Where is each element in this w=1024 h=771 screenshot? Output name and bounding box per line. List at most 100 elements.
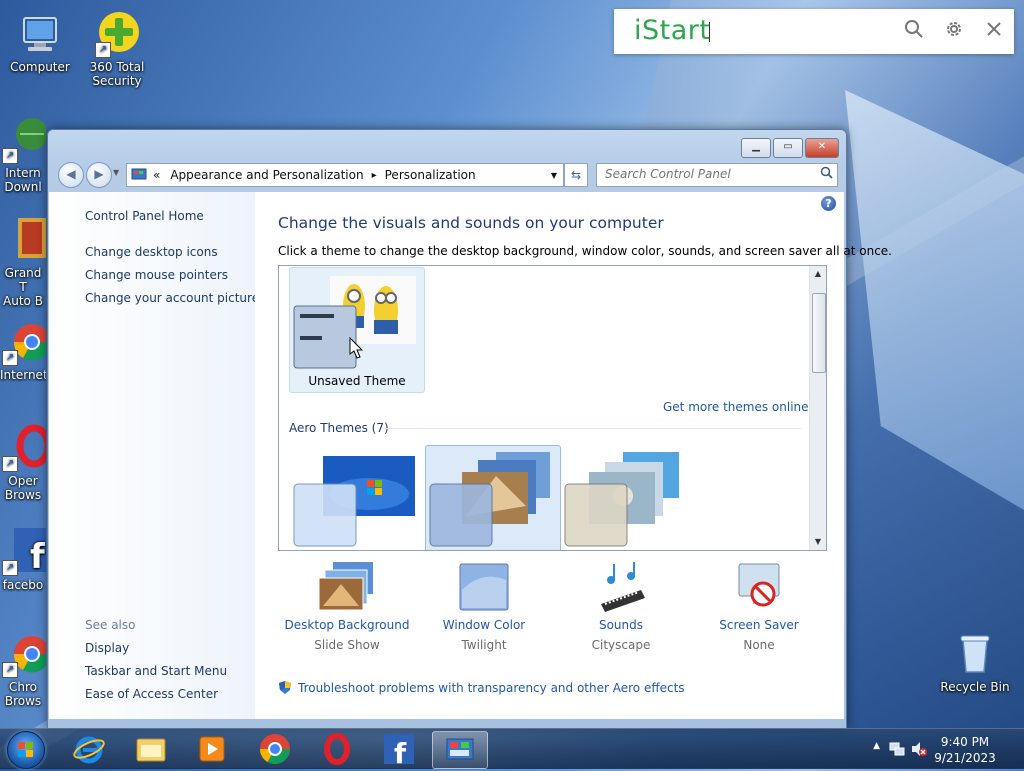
aero-theme-architecture[interactable] <box>425 445 561 550</box>
shortcut-arrow-icon: ↗ <box>2 662 18 678</box>
scroll-down-arrow[interactable]: ▼ <box>810 534 826 550</box>
troubleshoot-label[interactable]: Troubleshoot problems with transparency … <box>298 681 685 695</box>
screen-saver-option[interactable]: Screen Saver None <box>694 560 824 652</box>
desktop-icon-recycle-bin[interactable]: Recycle Bin <box>938 630 1012 694</box>
forward-button[interactable]: ▶ <box>86 162 112 188</box>
address-dropdown-icon[interactable]: ▼ <box>551 171 557 180</box>
desktop-icon-opera[interactable]: ↗ Oper Brows <box>0 424 46 502</box>
network-icon[interactable] <box>888 740 906 761</box>
desktop-icon-label: Recycle Bin <box>940 680 1010 694</box>
breadcrumb-appearance[interactable]: Appearance and Personalization <box>170 168 363 182</box>
change-account-picture-link[interactable]: Change your account picture <box>85 291 259 305</box>
scroll-up-arrow[interactable]: ▲ <box>810 266 826 282</box>
taskbar-facebook[interactable]: f <box>372 731 426 770</box>
refresh-button[interactable]: ⇆ <box>564 163 588 187</box>
volume-muted-icon[interactable] <box>910 740 928 761</box>
window-color-option[interactable]: Window Color Twilight <box>419 560 549 652</box>
taskbar-control-panel[interactable] <box>432 731 488 769</box>
aero-theme-windows7[interactable] <box>289 446 423 550</box>
troubleshoot-link[interactable]: Troubleshoot problems with transparency … <box>278 680 685 695</box>
close-icon[interactable] <box>982 19 1006 43</box>
ease-of-access-link[interactable]: Ease of Access Center <box>85 687 218 701</box>
start-button[interactable] <box>7 731 45 769</box>
aero-themes-heading: Aero Themes (7) <box>289 421 389 435</box>
theme-list[interactable]: Unsaved Theme Get more themes online Aer… <box>278 265 827 551</box>
shortcut-arrow-icon: ↗ <box>2 456 18 472</box>
get-more-themes-link[interactable]: Get more themes online <box>663 400 809 414</box>
desktop-icon-internet-download[interactable]: ↗ Intern Downl <box>0 116 46 194</box>
change-mouse-pointers-link[interactable]: Change mouse pointers <box>85 268 228 282</box>
maximize-button[interactable]: ▭ <box>773 138 803 158</box>
see-also-heading: See also <box>85 618 136 632</box>
taskbar-chrome[interactable] <box>248 731 302 767</box>
shortcut-arrow-icon: ↗ <box>2 148 18 164</box>
sounds-icon <box>589 560 653 614</box>
scroll-thumb[interactable] <box>812 293 826 373</box>
media-player-icon <box>199 736 225 762</box>
personalization-window: ▁ ▭ ✕ ◀ ▶ ▼ « Appearance and Personaliza… <box>47 129 892 729</box>
unsaved-theme-label: Unsaved Theme <box>308 374 406 388</box>
clock[interactable]: 9:40 PM 9/21/2023 <box>930 734 1000 766</box>
clock-date: 9/21/2023 <box>934 751 996 765</box>
taskbar-opera[interactable] <box>310 731 364 767</box>
close-window-button[interactable]: ✕ <box>805 138 839 158</box>
windows7-theme-preview <box>293 456 415 547</box>
taskbar-ie[interactable] <box>62 731 116 767</box>
globe-icon: ↗ <box>0 116 46 164</box>
desktop-icon-facebook[interactable]: f ↗ facebo <box>0 528 46 592</box>
sounds-label[interactable]: Sounds <box>556 618 686 632</box>
minimize-button[interactable]: ▁ <box>741 138 771 158</box>
text-caret <box>709 22 710 42</box>
desktop-icon-label: Internet <box>0 368 46 382</box>
desktop-icon-gta[interactable]: Grand T Auto B <box>0 216 46 308</box>
breadcrumb-personalization[interactable]: Personalization <box>385 168 476 182</box>
breadcrumb-overflow[interactable]: « <box>153 168 160 182</box>
sounds-value: Cityscape <box>591 638 651 652</box>
search-input[interactable] <box>597 164 815 184</box>
unsaved-theme-tile[interactable]: Unsaved Theme <box>289 267 425 393</box>
taskbar-explorer[interactable] <box>124 731 178 767</box>
section-divider <box>383 428 801 429</box>
screen-saver-icon <box>727 560 791 614</box>
desktop-background-option[interactable]: Desktop Background Slide Show <box>282 560 412 652</box>
desktop-background-label[interactable]: Desktop Background <box>282 618 412 632</box>
left-navigation-pane: Control Panel Home Change desktop icons … <box>49 192 259 719</box>
desktop-icon-label: Grand T Auto B <box>3 266 43 308</box>
search-icon[interactable] <box>902 19 926 43</box>
control-panel-home-link[interactable]: Control Panel Home <box>85 209 204 223</box>
sounds-option[interactable]: Sounds Cityscape <box>556 560 686 652</box>
clock-time: 9:40 PM <box>940 735 990 749</box>
search-box[interactable] <box>596 163 838 187</box>
screen-saver-value: None <box>743 638 775 652</box>
display-link[interactable]: Display <box>85 641 129 655</box>
window-color-label[interactable]: Window Color <box>419 618 549 632</box>
search-icon[interactable] <box>820 166 833 183</box>
desktop-icon-label: 360 Total Security <box>89 60 145 88</box>
show-hidden-icons-button[interactable]: ▲ <box>873 741 880 751</box>
facebook-icon: f ↗ <box>0 528 46 577</box>
help-icon[interactable]: ? <box>821 196 836 211</box>
desktop-icon-label: Intern Downl <box>4 166 42 194</box>
taskbar-start-menu-link[interactable]: Taskbar and Start Menu <box>85 664 227 678</box>
nature-theme-preview <box>564 452 679 547</box>
aero-theme-nature[interactable] <box>561 446 695 550</box>
change-desktop-icons-link[interactable]: Change desktop icons <box>85 245 218 259</box>
desktop-icon-computer[interactable]: Computer <box>3 10 77 74</box>
opera-icon: ↗ <box>0 424 46 472</box>
recent-pages-dropdown[interactable]: ▼ <box>113 168 119 177</box>
desktop-icon-chrome[interactable]: ↗ Chro Brows <box>0 630 46 708</box>
address-bar[interactable]: « Appearance and Personalization ▸ Perso… <box>126 163 564 187</box>
gear-icon[interactable] <box>942 19 966 43</box>
breadcrumb-separator[interactable]: ▸ <box>372 170 377 181</box>
desktop-icon-360-security[interactable]: ↗ 360 Total Security <box>80 10 154 88</box>
facebook-icon: f <box>384 734 414 770</box>
back-button[interactable]: ◀ <box>58 162 84 188</box>
recycle-bin-icon <box>951 630 999 678</box>
svg-text:f: f <box>30 537 46 576</box>
screen-saver-label[interactable]: Screen Saver <box>694 618 824 632</box>
istart-search-bar[interactable]: iStart <box>614 9 1014 54</box>
desktop-background-value: Slide Show <box>314 638 380 652</box>
desktop-icon-internet[interactable]: ↗ Internet <box>0 318 46 382</box>
taskbar-media-player[interactable] <box>185 731 239 767</box>
themes-scrollbar[interactable]: ▲ ▼ <box>809 266 826 550</box>
